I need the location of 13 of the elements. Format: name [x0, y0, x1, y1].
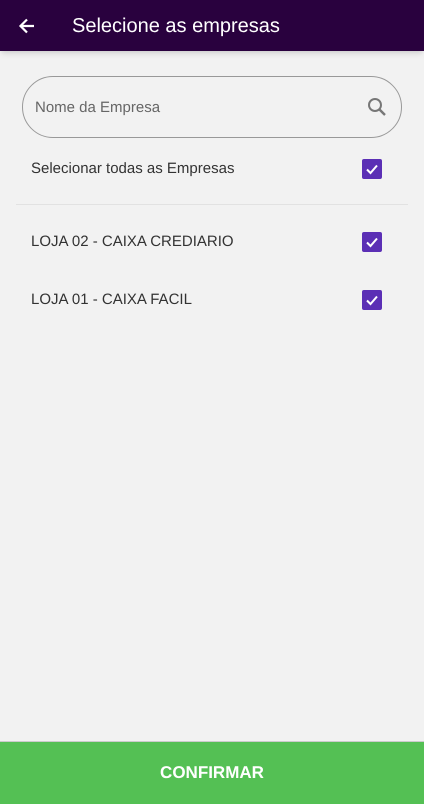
confirm-button[interactable]: CONFIRMAR	[0, 741, 424, 804]
checkbox[interactable]	[362, 290, 382, 310]
select-all-label: Selecionar todas as Empresas	[31, 158, 234, 179]
checkbox[interactable]	[362, 232, 382, 252]
checkbox[interactable]	[362, 159, 382, 179]
check-icon	[365, 235, 379, 249]
company-name: LOJA 02 - CAIXA CREDIARIO	[31, 232, 234, 252]
check-icon	[365, 293, 379, 307]
search-icon	[366, 96, 388, 118]
screen-title: Selecione as empresas	[72, 14, 280, 38]
check-icon	[365, 162, 379, 176]
company-name: LOJA 01 - CAIXA FACIL	[31, 290, 192, 310]
search-field[interactable]: Nome da Empresa	[22, 76, 402, 138]
